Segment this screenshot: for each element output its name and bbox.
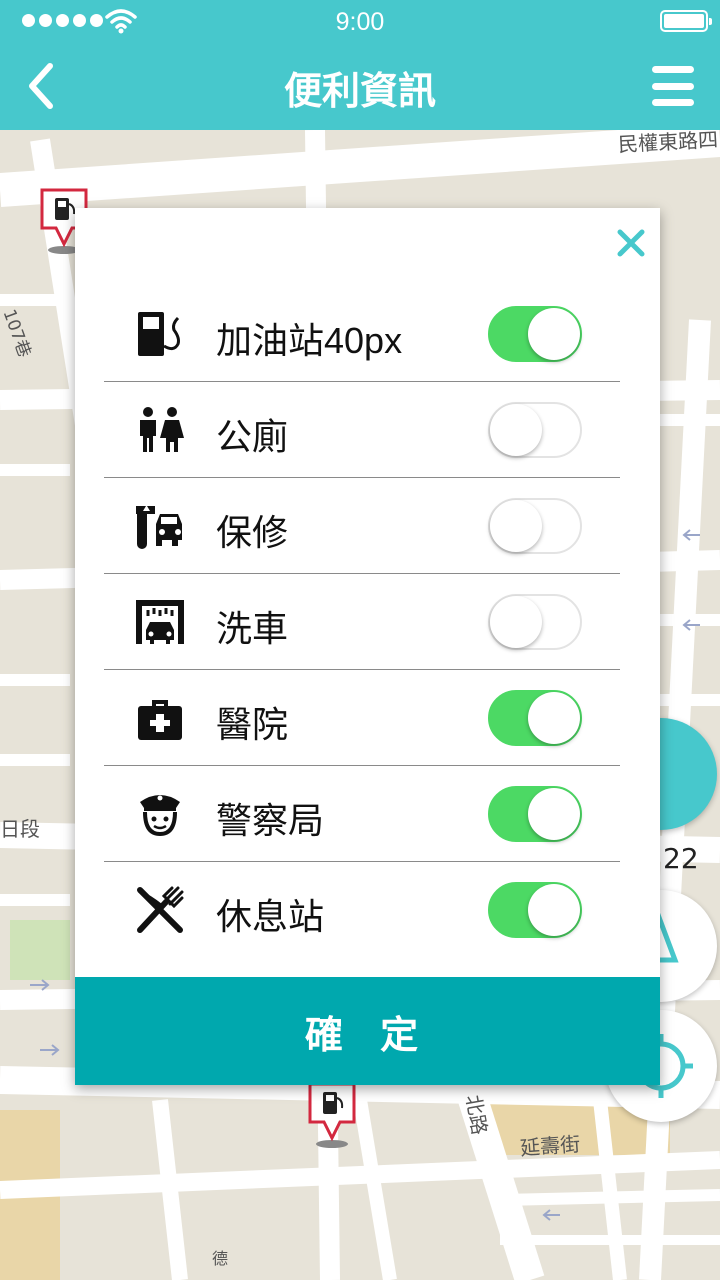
confirm-button[interactable]: 確 定 <box>75 977 660 1085</box>
hospital-toggle[interactable] <box>488 690 582 746</box>
street-label: 延壽街 <box>519 1131 581 1161</box>
restroom-toggle[interactable] <box>488 402 582 458</box>
list-item-restroom: 公廁 <box>104 382 620 478</box>
list-item-car-wash: 洗車 <box>104 574 620 670</box>
list-item-gas-station: 加油站40px <box>104 286 620 382</box>
page-title: 便利資訊 <box>283 69 436 113</box>
street-label: 德 <box>212 1249 229 1268</box>
close-button[interactable] <box>614 226 648 260</box>
status-time: 9:00 <box>335 8 385 36</box>
menu-button[interactable] <box>652 66 694 106</box>
battery-icon <box>660 10 712 32</box>
street-label: 日段 <box>0 817 40 841</box>
close-icon <box>617 229 645 257</box>
street-label: 22 <box>663 842 699 875</box>
gas-station-toggle[interactable] <box>488 306 582 362</box>
repair-toggle[interactable] <box>488 498 582 554</box>
first-aid-kit-icon <box>138 700 182 740</box>
app-header: 便利資訊 <box>0 44 720 130</box>
item-label: 加油站40px <box>216 320 403 361</box>
gas-station-marker[interactable] <box>306 1082 358 1148</box>
list-item-rest-area: 休息站 <box>104 862 620 958</box>
list-item-police: 警察局 <box>104 766 620 862</box>
gas-station-icon <box>138 312 180 356</box>
rest-area-toggle[interactable] <box>488 882 582 938</box>
item-label: 警察局 <box>216 800 325 841</box>
status-bar: 9:00 <box>0 0 720 44</box>
car-wash-icon <box>136 600 184 644</box>
list-item-hospital: 醫院 <box>104 670 620 766</box>
item-label: 洗車 <box>216 608 289 649</box>
police-toggle[interactable] <box>488 786 582 842</box>
fork-knife-icon <box>137 886 184 933</box>
car-repair-icon <box>136 506 182 549</box>
hamburger-menu-icon <box>652 66 694 73</box>
item-label: 公廁 <box>216 416 289 457</box>
item-label: 保修 <box>216 512 289 553</box>
list-item-repair: 保修 <box>104 478 620 574</box>
poi-filter-list: 加油站40px 公廁 保修 洗車 醫院 警察局 休息站 <box>104 286 620 958</box>
gas-station-icon <box>308 1082 356 1148</box>
item-label: 休息站 <box>216 896 325 937</box>
police-officer-icon <box>140 795 180 837</box>
car-wash-toggle[interactable] <box>488 594 582 650</box>
item-label: 醫院 <box>216 704 289 745</box>
convenience-info-dialog: 加油站40px 公廁 保修 洗車 醫院 警察局 休息站 確 定 <box>75 208 660 1085</box>
restroom-icon <box>140 407 184 452</box>
